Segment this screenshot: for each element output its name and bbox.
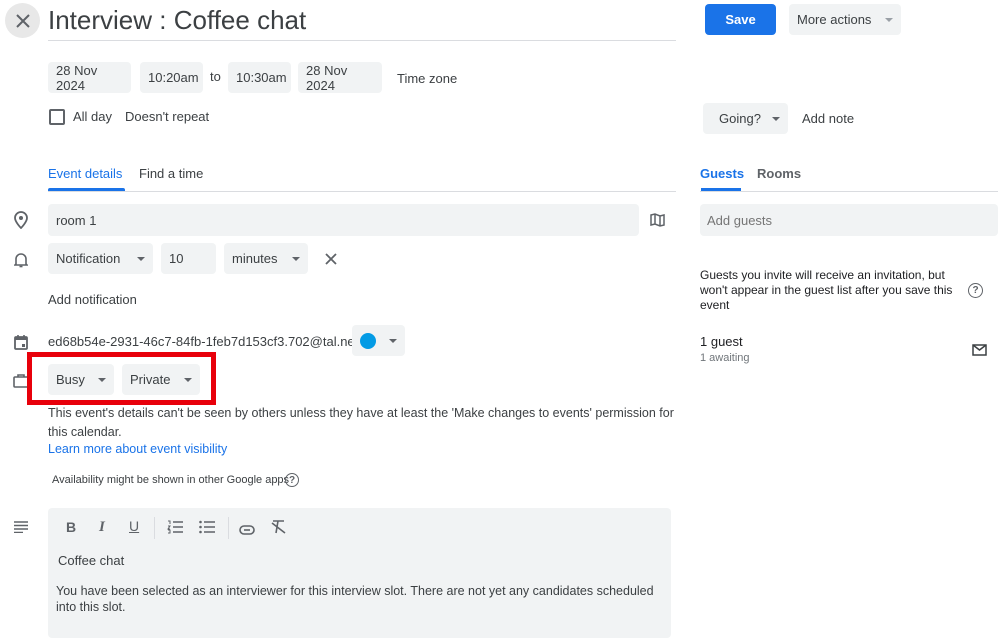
notification-type-label: Notification [56, 251, 121, 266]
tabs-divider [48, 191, 676, 192]
close-button[interactable] [5, 3, 40, 38]
toolbar-divider [154, 517, 155, 539]
chevron-down-icon [885, 17, 893, 22]
all-day-label: All day [73, 109, 113, 124]
close-icon [15, 13, 30, 28]
going-select[interactable]: Going? [703, 103, 788, 134]
help-icon[interactable]: ? [285, 473, 299, 487]
calendar-icon [12, 333, 30, 351]
description-icon [12, 519, 30, 535]
availability-note: Availability might be shown in other Goo… [52, 474, 290, 486]
bold-icon[interactable]: B [66, 519, 76, 535]
calendar-name: ed68b54e-2931-46c7-84fb-1feb7d153cf3.702… [48, 334, 359, 349]
tab-rooms[interactable]: Rooms [757, 166, 801, 181]
chevron-down-icon [772, 116, 780, 121]
guest-awaiting: 1 awaiting [700, 352, 750, 364]
toolbar-divider [228, 517, 229, 539]
time-zone-button[interactable]: Time zone [397, 71, 457, 86]
visibility-help-link[interactable]: Learn more about event visibility [48, 442, 227, 456]
going-label: Going? [719, 111, 761, 126]
location-input[interactable]: room 1 [48, 204, 639, 236]
all-day-checkbox[interactable] [49, 109, 65, 125]
chevron-down-icon [389, 338, 397, 343]
italic-icon[interactable]: I [99, 519, 105, 536]
tab-guests[interactable]: Guests [700, 166, 744, 181]
location-pin-icon [12, 211, 30, 229]
bulleted-list-icon[interactable] [199, 520, 215, 537]
start-time-field[interactable]: 10:20am [140, 62, 203, 93]
highlight-box [27, 352, 216, 405]
notification-type-select[interactable]: Notification [48, 243, 153, 274]
description-editor[interactable]: B I U Coffee chat You have been selected… [48, 508, 671, 638]
map-icon[interactable] [649, 212, 665, 228]
add-notification-button[interactable]: Add notification [48, 292, 137, 307]
visibility-note: This event's details can't be seen by ot… [48, 406, 674, 439]
more-actions-label: More actions [797, 12, 872, 27]
event-color-select[interactable] [352, 325, 405, 356]
save-button[interactable]: Save [705, 4, 776, 35]
add-note-button[interactable]: Add note [802, 111, 854, 126]
repeat-select[interactable]: Doesn't repeat [125, 109, 209, 124]
start-date-field[interactable]: 28 Nov 2024 [48, 62, 131, 93]
description-body: You have been selected as an interviewer… [56, 584, 654, 614]
bell-icon [12, 251, 30, 269]
chevron-down-icon [137, 256, 145, 261]
to-label: to [210, 69, 221, 84]
color-dot [360, 332, 376, 349]
help-icon[interactable]: ? [968, 283, 983, 298]
add-guests-input[interactable] [700, 204, 998, 236]
numbered-list-icon[interactable] [167, 520, 183, 537]
guest-invite-note: Guests you invite will receive an invita… [700, 268, 953, 312]
notification-unit-select[interactable]: minutes [224, 243, 308, 274]
guests-tabs-divider [700, 191, 998, 192]
tab-event-details[interactable]: Event details [48, 166, 122, 181]
event-title-input[interactable]: Interview : Coffee chat [48, 5, 306, 36]
link-icon[interactable] [239, 522, 255, 538]
tab-find-a-time[interactable]: Find a time [139, 166, 203, 181]
end-time-field[interactable]: 10:30am [228, 62, 291, 93]
underline-icon[interactable]: U [129, 518, 139, 534]
title-underline [48, 40, 676, 41]
remove-notification-icon[interactable] [324, 252, 338, 266]
guest-count: 1 guest [700, 334, 743, 349]
chevron-down-icon [292, 256, 300, 261]
description-heading: Coffee chat [58, 553, 125, 568]
notification-unit-label: minutes [232, 251, 278, 266]
email-guests-icon[interactable] [971, 343, 987, 357]
notification-amount-input[interactable]: 10 [161, 243, 216, 274]
clear-formatting-icon[interactable] [271, 520, 286, 537]
end-date-field[interactable]: 28 Nov 2024 [298, 62, 382, 93]
more-actions-button[interactable]: More actions [789, 4, 901, 35]
